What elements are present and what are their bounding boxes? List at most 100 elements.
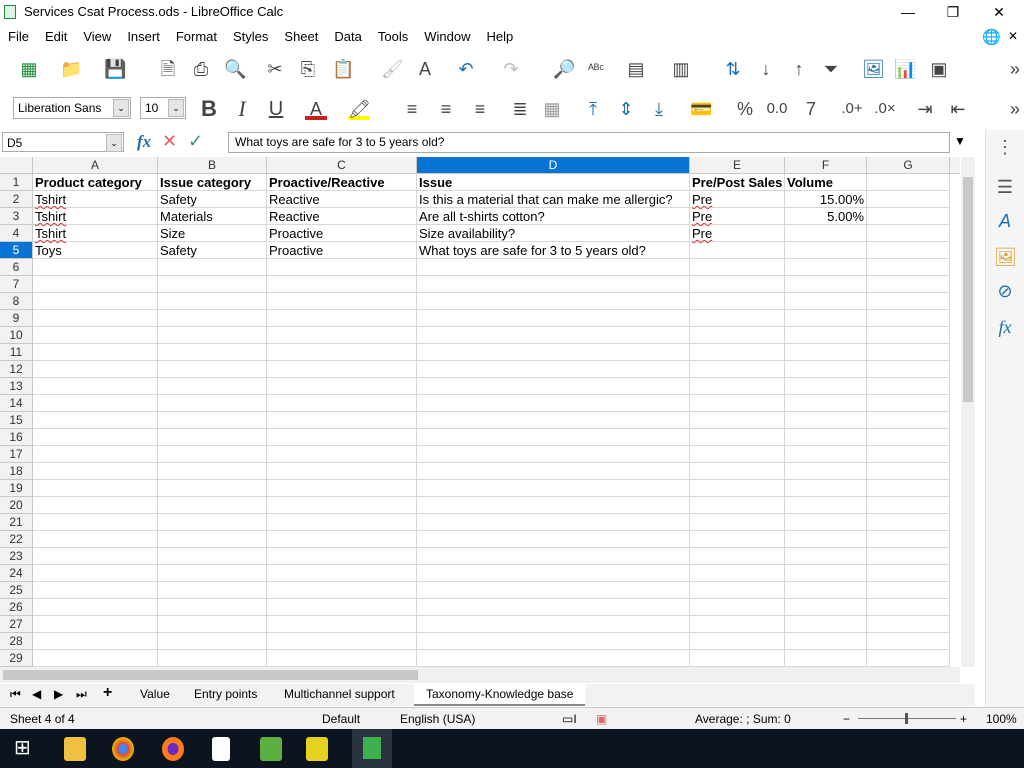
row-header-16[interactable]: 16 bbox=[0, 429, 33, 446]
row-header-19[interactable]: 19 bbox=[0, 480, 33, 497]
cell-G21[interactable] bbox=[867, 514, 950, 531]
cell-A6[interactable] bbox=[33, 259, 158, 276]
menu-window[interactable]: Window bbox=[416, 26, 478, 44]
cell-G15[interactable] bbox=[867, 412, 950, 429]
cell-B15[interactable] bbox=[158, 412, 267, 429]
cell-A1[interactable]: Product category bbox=[33, 174, 158, 191]
cell-F16[interactable] bbox=[785, 429, 867, 446]
column-icon[interactable]: ▥ bbox=[670, 58, 692, 80]
horizontal-scrollbar[interactable] bbox=[0, 667, 960, 683]
cell-A29[interactable] bbox=[33, 650, 158, 667]
cell-F11[interactable] bbox=[785, 344, 867, 361]
cell-F12[interactable] bbox=[785, 361, 867, 378]
cell-B16[interactable] bbox=[158, 429, 267, 446]
page-style[interactable]: Default bbox=[322, 712, 360, 726]
cell-E23[interactable] bbox=[690, 548, 785, 565]
cell-G19[interactable] bbox=[867, 480, 950, 497]
cell-G28[interactable] bbox=[867, 633, 950, 650]
cell-F2[interactable]: 15.00% bbox=[785, 191, 867, 208]
cell-B7[interactable] bbox=[158, 276, 267, 293]
menu-sheet[interactable]: Sheet bbox=[276, 26, 326, 44]
cell-D5[interactable]: What toys are safe for 3 to 5 years old? bbox=[417, 242, 690, 259]
font-color-icon[interactable]: A bbox=[305, 98, 327, 120]
cell-F6[interactable] bbox=[785, 259, 867, 276]
spelling-icon[interactable]: ᴬᴮᶜ bbox=[585, 58, 607, 80]
cell-A16[interactable] bbox=[33, 429, 158, 446]
chevron-down-icon[interactable]: ⌄ bbox=[168, 99, 184, 117]
add-sheet-icon[interactable]: + bbox=[103, 684, 112, 702]
insert-image-icon[interactable]: 🖼 bbox=[862, 58, 885, 80]
cell-B13[interactable] bbox=[158, 378, 267, 395]
cell-B14[interactable] bbox=[158, 395, 267, 412]
cell-E14[interactable] bbox=[690, 395, 785, 412]
navigator-icon[interactable]: ⊘ bbox=[994, 280, 1016, 302]
align-left-icon[interactable]: ≡ bbox=[401, 98, 423, 120]
cell-B26[interactable] bbox=[158, 599, 267, 616]
cell-G14[interactable] bbox=[867, 395, 950, 412]
file-explorer-icon[interactable] bbox=[64, 737, 86, 761]
cell-F21[interactable] bbox=[785, 514, 867, 531]
sort-icon[interactable]: ⇅ bbox=[722, 58, 744, 80]
cell-B10[interactable] bbox=[158, 327, 267, 344]
sheet-tab-multichannel-support[interactable]: Multichannel support bbox=[284, 687, 395, 701]
merge-cells-icon[interactable]: ▦ bbox=[541, 98, 563, 120]
function-wizard-icon[interactable]: fx bbox=[137, 132, 151, 152]
align-right-icon[interactable]: ≡ bbox=[469, 98, 491, 120]
cell-G3[interactable] bbox=[867, 208, 950, 225]
cell-B29[interactable] bbox=[158, 650, 267, 667]
cell-D12[interactable] bbox=[417, 361, 690, 378]
menu-styles[interactable]: Styles bbox=[225, 26, 276, 44]
cell-E19[interactable] bbox=[690, 480, 785, 497]
cell-F24[interactable] bbox=[785, 565, 867, 582]
cell-B22[interactable] bbox=[158, 531, 267, 548]
currency-format-icon[interactable]: 💳 bbox=[690, 98, 712, 120]
cell-E17[interactable] bbox=[690, 446, 785, 463]
cell-C15[interactable] bbox=[267, 412, 417, 429]
cell-C25[interactable] bbox=[267, 582, 417, 599]
cell-C13[interactable] bbox=[267, 378, 417, 395]
copy-icon[interactable]: ⎘ bbox=[297, 58, 319, 80]
cell-E25[interactable] bbox=[690, 582, 785, 599]
cell-D29[interactable] bbox=[417, 650, 690, 667]
cell-G8[interactable] bbox=[867, 293, 950, 310]
cell-C23[interactable] bbox=[267, 548, 417, 565]
cell-D7[interactable] bbox=[417, 276, 690, 293]
row-header-29[interactable]: 29 bbox=[0, 650, 33, 667]
cell-D18[interactable] bbox=[417, 463, 690, 480]
row-header-20[interactable]: 20 bbox=[0, 497, 33, 514]
cell-C10[interactable] bbox=[267, 327, 417, 344]
cell-D6[interactable] bbox=[417, 259, 690, 276]
cell-G9[interactable] bbox=[867, 310, 950, 327]
cell-B2[interactable]: Safety bbox=[158, 191, 267, 208]
cell-B21[interactable] bbox=[158, 514, 267, 531]
row-header-22[interactable]: 22 bbox=[0, 531, 33, 548]
spreadsheet-grid[interactable]: A B C D E F G 1 Product category Issue category Pr… bbox=[0, 157, 960, 667]
cell-D17[interactable] bbox=[417, 446, 690, 463]
menu-format[interactable]: Format bbox=[168, 26, 225, 44]
cell-E15[interactable] bbox=[690, 412, 785, 429]
cell-A7[interactable] bbox=[33, 276, 158, 293]
cell-B25[interactable] bbox=[158, 582, 267, 599]
cell-E6[interactable] bbox=[690, 259, 785, 276]
row-header-3[interactable]: 3 bbox=[0, 208, 33, 225]
zoom-out-icon[interactable]: − bbox=[843, 712, 850, 726]
cell-A24[interactable] bbox=[33, 565, 158, 582]
cell-A14[interactable] bbox=[33, 395, 158, 412]
italic-icon[interactable]: I bbox=[231, 98, 253, 120]
cell-E5[interactable] bbox=[690, 242, 785, 259]
cell-B11[interactable] bbox=[158, 344, 267, 361]
cell-A21[interactable] bbox=[33, 514, 158, 531]
row-header-24[interactable]: 24 bbox=[0, 565, 33, 582]
bold-icon[interactable]: B bbox=[198, 98, 220, 120]
cell-C5[interactable]: Proactive bbox=[267, 242, 417, 259]
cell-G7[interactable] bbox=[867, 276, 950, 293]
close-button[interactable]: ✕ bbox=[984, 2, 1014, 22]
cell-B27[interactable] bbox=[158, 616, 267, 633]
autofilter-icon[interactable]: ⏷ bbox=[820, 58, 842, 80]
row-header-26[interactable]: 26 bbox=[0, 599, 33, 616]
cell-E12[interactable] bbox=[690, 361, 785, 378]
cell-A15[interactable] bbox=[33, 412, 158, 429]
row-header-4[interactable]: 4 bbox=[0, 225, 33, 242]
export-pdf-icon[interactable]: 🗎 bbox=[157, 58, 179, 80]
cell-D15[interactable] bbox=[417, 412, 690, 429]
